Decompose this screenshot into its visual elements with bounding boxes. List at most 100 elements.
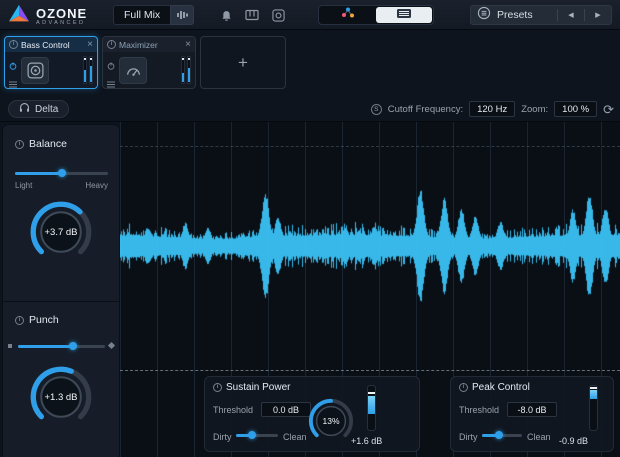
ozone-window: OZONE ADVANCED Full Mix xyxy=(0,0,620,457)
presets-button[interactable]: Presets ◀ ▶ xyxy=(470,5,612,25)
sustain-threshold-field[interactable]: 0.0 dB xyxy=(261,402,311,417)
module-view-toggle[interactable] xyxy=(376,7,432,23)
sustain-knob-value: 13% xyxy=(307,397,355,445)
bass-control-panel: Balance Light Heavy +3.7 dB Punch +1.3 d… xyxy=(2,124,120,457)
punch-section: Punch +1.3 dB xyxy=(3,301,119,457)
clean-label: Clean xyxy=(283,432,307,442)
brand-subtitle: ADVANCED xyxy=(36,20,87,26)
sustain-amount-knob[interactable]: 13% xyxy=(307,397,355,445)
dirty-label: Dirty xyxy=(213,432,232,442)
divider xyxy=(557,9,558,21)
sustain-power-panel: Sustain Power Threshold 0.0 dB Dirty Cle… xyxy=(204,376,420,452)
info-icon[interactable] xyxy=(459,383,468,392)
previous-preset-button[interactable]: ◀ xyxy=(564,11,578,19)
tab-meters xyxy=(181,56,191,84)
threshold-label: Threshold xyxy=(213,405,253,415)
info-icon[interactable] xyxy=(213,383,222,392)
punch-min-marker xyxy=(8,344,12,348)
waveform-bars-icon[interactable] xyxy=(170,5,194,25)
power-icon[interactable] xyxy=(9,57,17,75)
brand-name: OZONE xyxy=(36,8,87,20)
tab-bass-control[interactable]: Bass Control × xyxy=(4,36,98,89)
heavy-label: Heavy xyxy=(85,181,108,190)
tab-label: Bass Control xyxy=(21,40,84,50)
sustain-meter-value: +1.6 dB xyxy=(351,436,382,446)
molecule-icon xyxy=(340,6,355,24)
headphones-icon xyxy=(19,100,30,118)
badge-dot-icon[interactable] xyxy=(270,7,286,23)
punch-title: Punch xyxy=(29,314,59,326)
power-icon[interactable] xyxy=(107,57,115,75)
bell-icon[interactable] xyxy=(218,7,234,23)
piano-keys-icon[interactable] xyxy=(244,7,260,23)
balance-title: Balance xyxy=(29,138,67,150)
mix-source-selector[interactable]: Full Mix xyxy=(113,5,194,25)
zoom-field[interactable]: 100 % xyxy=(554,101,597,117)
sustain-meter xyxy=(367,385,376,431)
view-tools: Cutoff Frequency: 120 Hz Zoom: 100 % ⟳ xyxy=(371,100,614,118)
presets-icon xyxy=(477,6,491,25)
ozone-logo-icon xyxy=(8,3,30,30)
speaker-thumbnail-icon xyxy=(21,57,49,84)
peak-threshold-field[interactable]: -8.0 dB xyxy=(507,402,557,417)
delta-button[interactable]: Delta xyxy=(8,100,69,118)
tab-body xyxy=(5,52,97,88)
sustain-dirty-clean-slider[interactable] xyxy=(236,429,278,441)
punch-value: +1.3 dB xyxy=(28,364,94,430)
punch-knob[interactable]: +1.3 dB xyxy=(28,364,94,430)
view-toggle xyxy=(318,5,434,25)
sustain-power-title: Sustain Power xyxy=(226,382,290,393)
cutoff-frequency-field[interactable]: 120 Hz xyxy=(469,101,515,117)
next-preset-button[interactable]: ▶ xyxy=(591,11,605,19)
info-icon[interactable] xyxy=(15,316,24,325)
light-label: Light xyxy=(15,181,32,190)
graph-view-toggle[interactable] xyxy=(319,6,375,24)
keyboard-icon xyxy=(396,6,412,24)
close-icon[interactable]: × xyxy=(185,40,191,50)
cutoff-icon xyxy=(371,104,382,115)
reset-zoom-icon[interactable]: ⟳ xyxy=(603,103,614,116)
balance-value: +3.7 dB xyxy=(28,199,94,265)
menu-icon[interactable] xyxy=(107,75,115,89)
top-bar: OZONE ADVANCED Full Mix xyxy=(0,0,620,30)
upper-threshold-line xyxy=(120,146,620,147)
threshold-label: Threshold xyxy=(459,405,499,415)
tab-header: Bass Control × xyxy=(5,37,97,52)
balance-header: Balance xyxy=(15,138,67,150)
peak-meter-value: -0.9 dB xyxy=(559,436,588,446)
presets-label: Presets xyxy=(497,9,551,21)
mix-source-label[interactable]: Full Mix xyxy=(113,5,170,25)
tab-header: Maximizer × xyxy=(103,37,195,52)
divider xyxy=(584,9,585,21)
add-module-button[interactable]: + xyxy=(200,36,286,89)
tab-maximizer[interactable]: Maximizer × xyxy=(102,36,196,89)
punch-slider[interactable] xyxy=(18,340,105,352)
menu-icon[interactable] xyxy=(9,75,17,89)
clean-label: Clean xyxy=(527,432,551,442)
info-icon[interactable] xyxy=(9,40,18,49)
delta-label: Delta xyxy=(35,104,58,115)
balance-range-labels: Light Heavy xyxy=(15,181,108,190)
tab-label: Maximizer xyxy=(119,40,182,50)
punch-max-marker xyxy=(108,342,115,349)
balance-knob[interactable]: +3.7 dB xyxy=(28,199,94,265)
close-icon[interactable]: × xyxy=(87,40,93,50)
cutoff-frequency-label: Cutoff Frequency: xyxy=(388,104,463,115)
info-icon[interactable] xyxy=(15,140,24,149)
lower-threshold-line[interactable] xyxy=(120,370,620,371)
app-logo: OZONE ADVANCED xyxy=(8,3,87,30)
balance-slider[interactable] xyxy=(15,167,108,179)
peak-dirty-clean-slider[interactable] xyxy=(482,429,522,441)
waveform-display xyxy=(120,122,620,370)
dirty-label: Dirty xyxy=(459,432,478,442)
peak-control-title: Peak Control xyxy=(472,382,530,393)
tab-meters xyxy=(83,56,93,84)
punch-header: Punch xyxy=(15,314,59,326)
tab-body xyxy=(103,52,195,88)
plus-icon: + xyxy=(238,53,248,73)
peak-control-panel: Peak Control Threshold -8.0 dB Dirty Cle… xyxy=(450,376,614,452)
gauge-thumbnail-icon xyxy=(119,57,147,84)
info-icon[interactable] xyxy=(107,40,116,49)
zoom-label: Zoom: xyxy=(521,104,548,115)
peak-meter xyxy=(589,385,598,431)
